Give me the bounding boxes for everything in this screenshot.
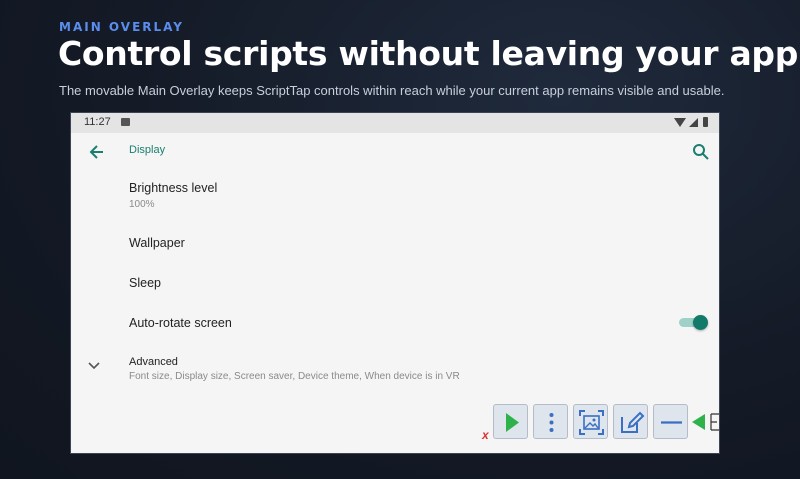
setting-title: Brightness level — [129, 181, 218, 195]
back-arrow-icon[interactable] — [87, 142, 107, 162]
chevron-down-icon[interactable] — [87, 359, 101, 371]
page-title: Control scripts without leaving your app — [58, 34, 799, 73]
overlay-close-button[interactable]: x — [482, 428, 489, 442]
play-icon — [506, 413, 519, 432]
edit-button[interactable] — [613, 404, 648, 439]
app-toolbar: Display — [71, 133, 719, 173]
page-subtitle: The movable Main Overlay keeps ScriptTap… — [59, 83, 725, 98]
minimize-button[interactable] — [653, 404, 688, 439]
search-icon[interactable] — [691, 142, 711, 162]
play-button[interactable] — [493, 404, 528, 439]
setting-auto-rotate[interactable]: Auto-rotate screen — [129, 316, 232, 330]
setting-title: Sleep — [129, 276, 161, 290]
edit-icon — [621, 411, 645, 433]
setting-title: Auto-rotate screen — [129, 316, 232, 330]
setting-sleep[interactable]: Sleep — [129, 276, 161, 290]
more-vert-icon — [549, 413, 554, 432]
more-options-button[interactable] — [533, 404, 568, 439]
setting-wallpaper[interactable]: Wallpaper — [129, 236, 185, 250]
setting-advanced[interactable]: Advanced Font size, Display size, Screen… — [129, 356, 460, 382]
screenshot-icon — [579, 410, 604, 435]
setting-title: Advanced — [129, 356, 178, 368]
screenshot-button[interactable] — [573, 404, 608, 439]
eyebrow-label: MAIN OVERLAY — [59, 20, 184, 34]
device-screen: 11:27 Display Brightness level 100% Wall… — [70, 112, 720, 454]
drag-handle-icon[interactable] — [691, 409, 719, 435]
wifi-icon — [674, 118, 686, 127]
toolbar-title: Display — [129, 144, 166, 156]
battery-icon — [703, 117, 708, 127]
auto-rotate-toggle[interactable] — [679, 315, 708, 330]
setting-title: Wallpaper — [129, 236, 185, 250]
image-notification-icon — [121, 118, 130, 126]
status-time: 11:27 — [84, 116, 111, 128]
setting-subtitle: 100% — [129, 199, 155, 210]
minimize-icon — [661, 421, 682, 424]
status-bar: 11:27 — [71, 113, 719, 133]
setting-subtitle: Font size, Display size, Screen saver, D… — [129, 371, 460, 382]
signal-icon — [689, 118, 698, 127]
toggle-thumb — [693, 315, 708, 330]
setting-brightness[interactable]: Brightness level 100% — [129, 181, 217, 210]
